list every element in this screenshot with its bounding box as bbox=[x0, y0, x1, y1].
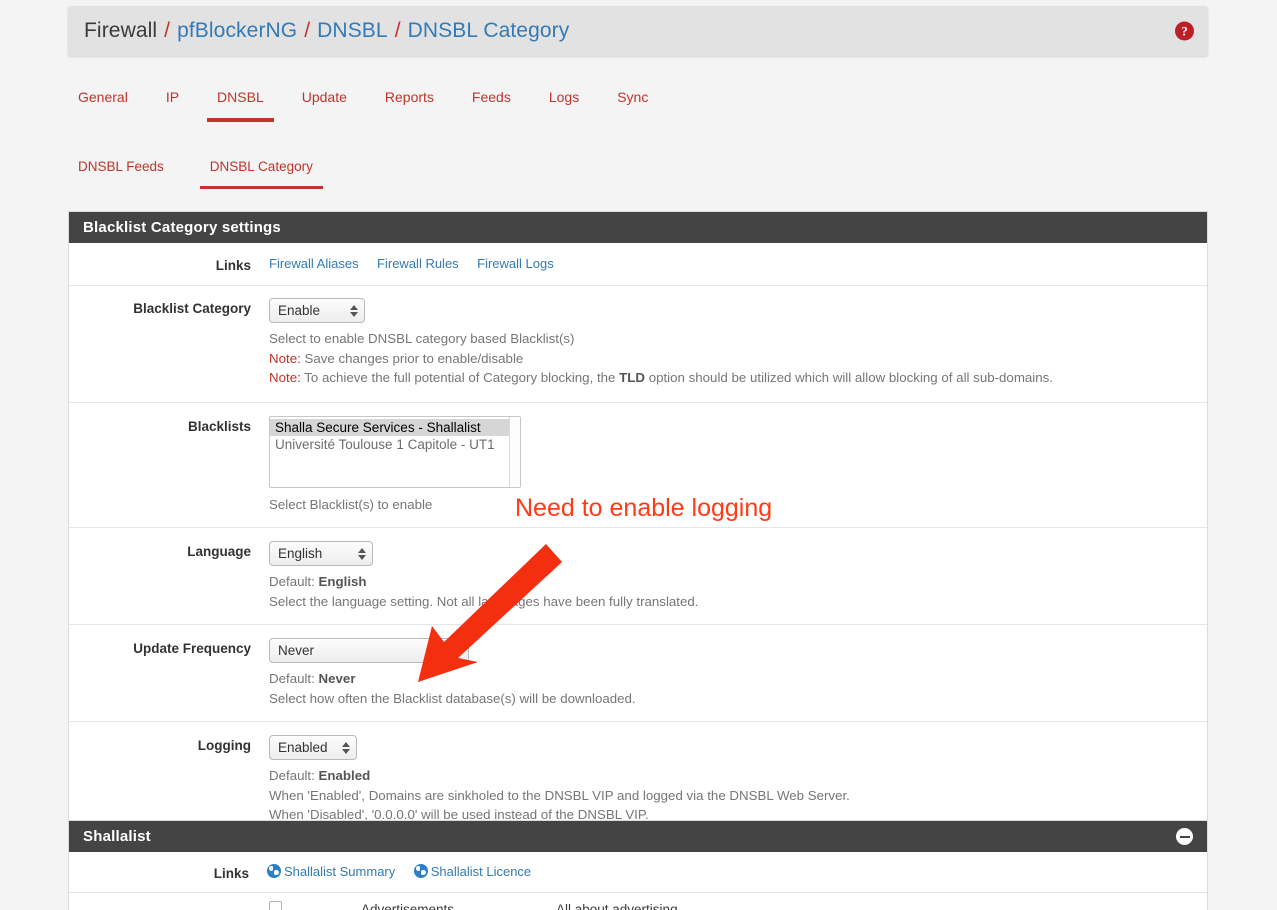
tab-update[interactable]: Update bbox=[292, 84, 357, 105]
row-shallalist-links: Links Shallalist Summary Shallalist Lice… bbox=[69, 852, 1207, 893]
row-label-logging: Logging bbox=[197, 738, 251, 753]
minus-circle-icon[interactable] bbox=[1176, 828, 1193, 845]
language-select[interactable]: English bbox=[269, 541, 373, 566]
link-firewall-rules[interactable]: Firewall Rules bbox=[377, 256, 459, 271]
tab-general[interactable]: General bbox=[68, 84, 138, 105]
default-value: English bbox=[318, 574, 367, 589]
note-1-text: Save changes prior to enable/disable bbox=[300, 350, 524, 366]
default-value: Never bbox=[318, 671, 356, 686]
breadcrumb-item-firewall: Firewall bbox=[84, 19, 158, 42]
default-prefix: Default: bbox=[269, 671, 319, 686]
update-frequency-value: Never bbox=[278, 643, 315, 658]
primary-tab-bar: General IP DNSBL Update Reports Feeds Lo… bbox=[68, 84, 1208, 124]
row-label-blacklist-category: Blacklist Category bbox=[133, 301, 251, 316]
language-value: English bbox=[278, 546, 323, 561]
row-label-update-frequency: Update Frequency bbox=[133, 641, 251, 656]
update-frequency-help-line: Select how often the Blacklist database(… bbox=[269, 690, 636, 706]
default-prefix: Default: bbox=[269, 574, 319, 589]
blacklist-category-help: Select to enable DNSBL category based Bl… bbox=[269, 329, 1207, 388]
chevron-updown-icon bbox=[342, 741, 350, 754]
update-frequency-select[interactable]: Never bbox=[269, 638, 469, 663]
tab-ip[interactable]: IP bbox=[156, 84, 189, 105]
panel-title: Blacklist Category settings bbox=[83, 219, 281, 236]
breadcrumb-item-dnsbl-category[interactable]: DNSBL Category bbox=[408, 19, 570, 43]
breadcrumb-item-dnsbl[interactable]: DNSBL bbox=[317, 19, 388, 43]
language-default: Default: English bbox=[269, 572, 1207, 592]
table-row: Advertisements All about advertising bbox=[69, 893, 1207, 910]
breadcrumb-item-pfblockerng[interactable]: pfBlockerNG bbox=[177, 19, 297, 43]
logging-help-line-1: When 'Enabled', Domains are sinkholed to… bbox=[269, 787, 850, 803]
tab-sync[interactable]: Sync bbox=[607, 84, 658, 105]
row-label-language: Language bbox=[187, 544, 251, 559]
blacklists-listbox[interactable]: Shalla Secure Services - Shallalist Univ… bbox=[269, 415, 521, 488]
row-label-blacklists: Blacklists bbox=[187, 418, 251, 434]
tab-reports[interactable]: Reports bbox=[375, 84, 444, 105]
listbox-scrollbar[interactable] bbox=[509, 416, 520, 487]
link-shallalist-summary[interactable]: Shallalist Summary bbox=[267, 864, 395, 879]
language-help: Default: English Select the language set… bbox=[269, 572, 1207, 611]
panel-title: Shallalist bbox=[83, 828, 151, 845]
links-list: Firewall Aliases Firewall Rules Firewall… bbox=[251, 255, 1207, 273]
row-label-links: Links bbox=[215, 258, 251, 273]
tab-feeds[interactable]: Feeds bbox=[462, 84, 521, 105]
globe-icon bbox=[267, 864, 281, 878]
note-2-tld: TLD bbox=[619, 370, 645, 385]
row-blacklists: Blacklists Shalla Secure Services - Shal… bbox=[69, 403, 1207, 528]
help-note-2: Note: To achieve the full potential of C… bbox=[269, 368, 1207, 388]
language-help-line: Select the language setting. Not all lan… bbox=[269, 593, 699, 609]
tab-logs[interactable]: Logs bbox=[539, 84, 589, 105]
note-2-text-c: option should be utilized which will all… bbox=[645, 370, 1053, 385]
note-prefix: Note: bbox=[269, 370, 301, 385]
chevron-updown-icon bbox=[454, 644, 462, 657]
link-shallalist-licence-label: Shallalist Licence bbox=[430, 864, 532, 879]
help-note-1: Note: Save changes prior to enable/disab… bbox=[269, 349, 1207, 369]
subtab-dnsbl-category[interactable]: DNSBL Category bbox=[199, 155, 323, 189]
panel-header-shallalist: Shallalist bbox=[69, 821, 1207, 852]
blacklist-category-select[interactable]: Enable bbox=[269, 298, 365, 323]
note-prefix: Note: bbox=[269, 350, 301, 366]
logging-select[interactable]: Enabled bbox=[269, 735, 357, 760]
link-firewall-logs[interactable]: Firewall Logs bbox=[477, 256, 554, 271]
tab-dnsbl[interactable]: DNSBL bbox=[207, 84, 274, 122]
category-checkbox[interactable] bbox=[269, 901, 282, 910]
breadcrumb-separator: / bbox=[394, 19, 401, 42]
help-circle-icon[interactable]: ? bbox=[1175, 21, 1194, 41]
panel-header: Blacklist Category settings bbox=[69, 212, 1207, 243]
logging-default: Default: Enabled bbox=[269, 766, 1207, 786]
row-blacklist-category: Blacklist Category Enable Select to enab… bbox=[69, 286, 1207, 403]
blacklist-category-value: Enable bbox=[278, 303, 321, 318]
list-item[interactable]: Université Toulouse 1 Capitole - UT1 bbox=[270, 436, 520, 453]
chevron-updown-icon bbox=[358, 547, 366, 560]
row-label-shallalist-links: Links bbox=[213, 866, 249, 881]
link-firewall-aliases[interactable]: Firewall Aliases bbox=[269, 256, 359, 271]
row-language: Language English Default: English Select… bbox=[69, 528, 1207, 625]
shallalist-links-list: Shallalist Summary Shallalist Licence bbox=[249, 863, 1207, 881]
pfsense-dnsbl-category-page: Firewall / pfBlockerNG / DNSBL / DNSBL C… bbox=[0, 0, 1277, 910]
panel-shallalist: Shallalist Links Shallalist Summary Shal… bbox=[68, 820, 1208, 910]
category-name: Advertisements bbox=[361, 901, 455, 910]
breadcrumb-separator: / bbox=[164, 19, 171, 42]
row-links: Links Firewall Aliases Firewall Rules Fi… bbox=[69, 243, 1207, 286]
panel-blacklist-category-settings: Blacklist Category settings Links Firewa… bbox=[68, 211, 1208, 860]
row-update-frequency: Update Frequency Never Default: Never Se… bbox=[69, 625, 1207, 722]
secondary-tab-bar: DNSBL Feeds DNSBL Category bbox=[68, 155, 1208, 191]
globe-icon bbox=[413, 864, 428, 878]
default-value: Enabled bbox=[318, 768, 371, 783]
chevron-updown-icon bbox=[350, 304, 358, 317]
blacklists-help: Select Blacklist(s) to enable bbox=[269, 496, 433, 512]
default-prefix: Default: bbox=[269, 768, 319, 783]
update-frequency-help: Default: Never Select how often the Blac… bbox=[269, 669, 1207, 708]
update-frequency-default: Default: Never bbox=[269, 669, 1207, 689]
list-item[interactable]: Shalla Secure Services - Shallalist bbox=[270, 418, 520, 436]
subtab-dnsbl-feeds[interactable]: DNSBL Feeds bbox=[68, 155, 174, 174]
help-line-1: Select to enable DNSBL category based Bl… bbox=[269, 331, 575, 346]
breadcrumb-separator: / bbox=[304, 19, 311, 42]
note-2-text-a: To achieve the full potential of Categor… bbox=[300, 370, 620, 385]
category-description: All about advertising bbox=[556, 901, 678, 910]
link-shallalist-summary-label: Shallalist Summary bbox=[284, 864, 396, 879]
link-shallalist-licence[interactable]: Shallalist Licence bbox=[413, 864, 532, 879]
logging-value: Enabled bbox=[278, 740, 328, 755]
breadcrumb: Firewall / pfBlockerNG / DNSBL / DNSBL C… bbox=[68, 6, 1208, 56]
